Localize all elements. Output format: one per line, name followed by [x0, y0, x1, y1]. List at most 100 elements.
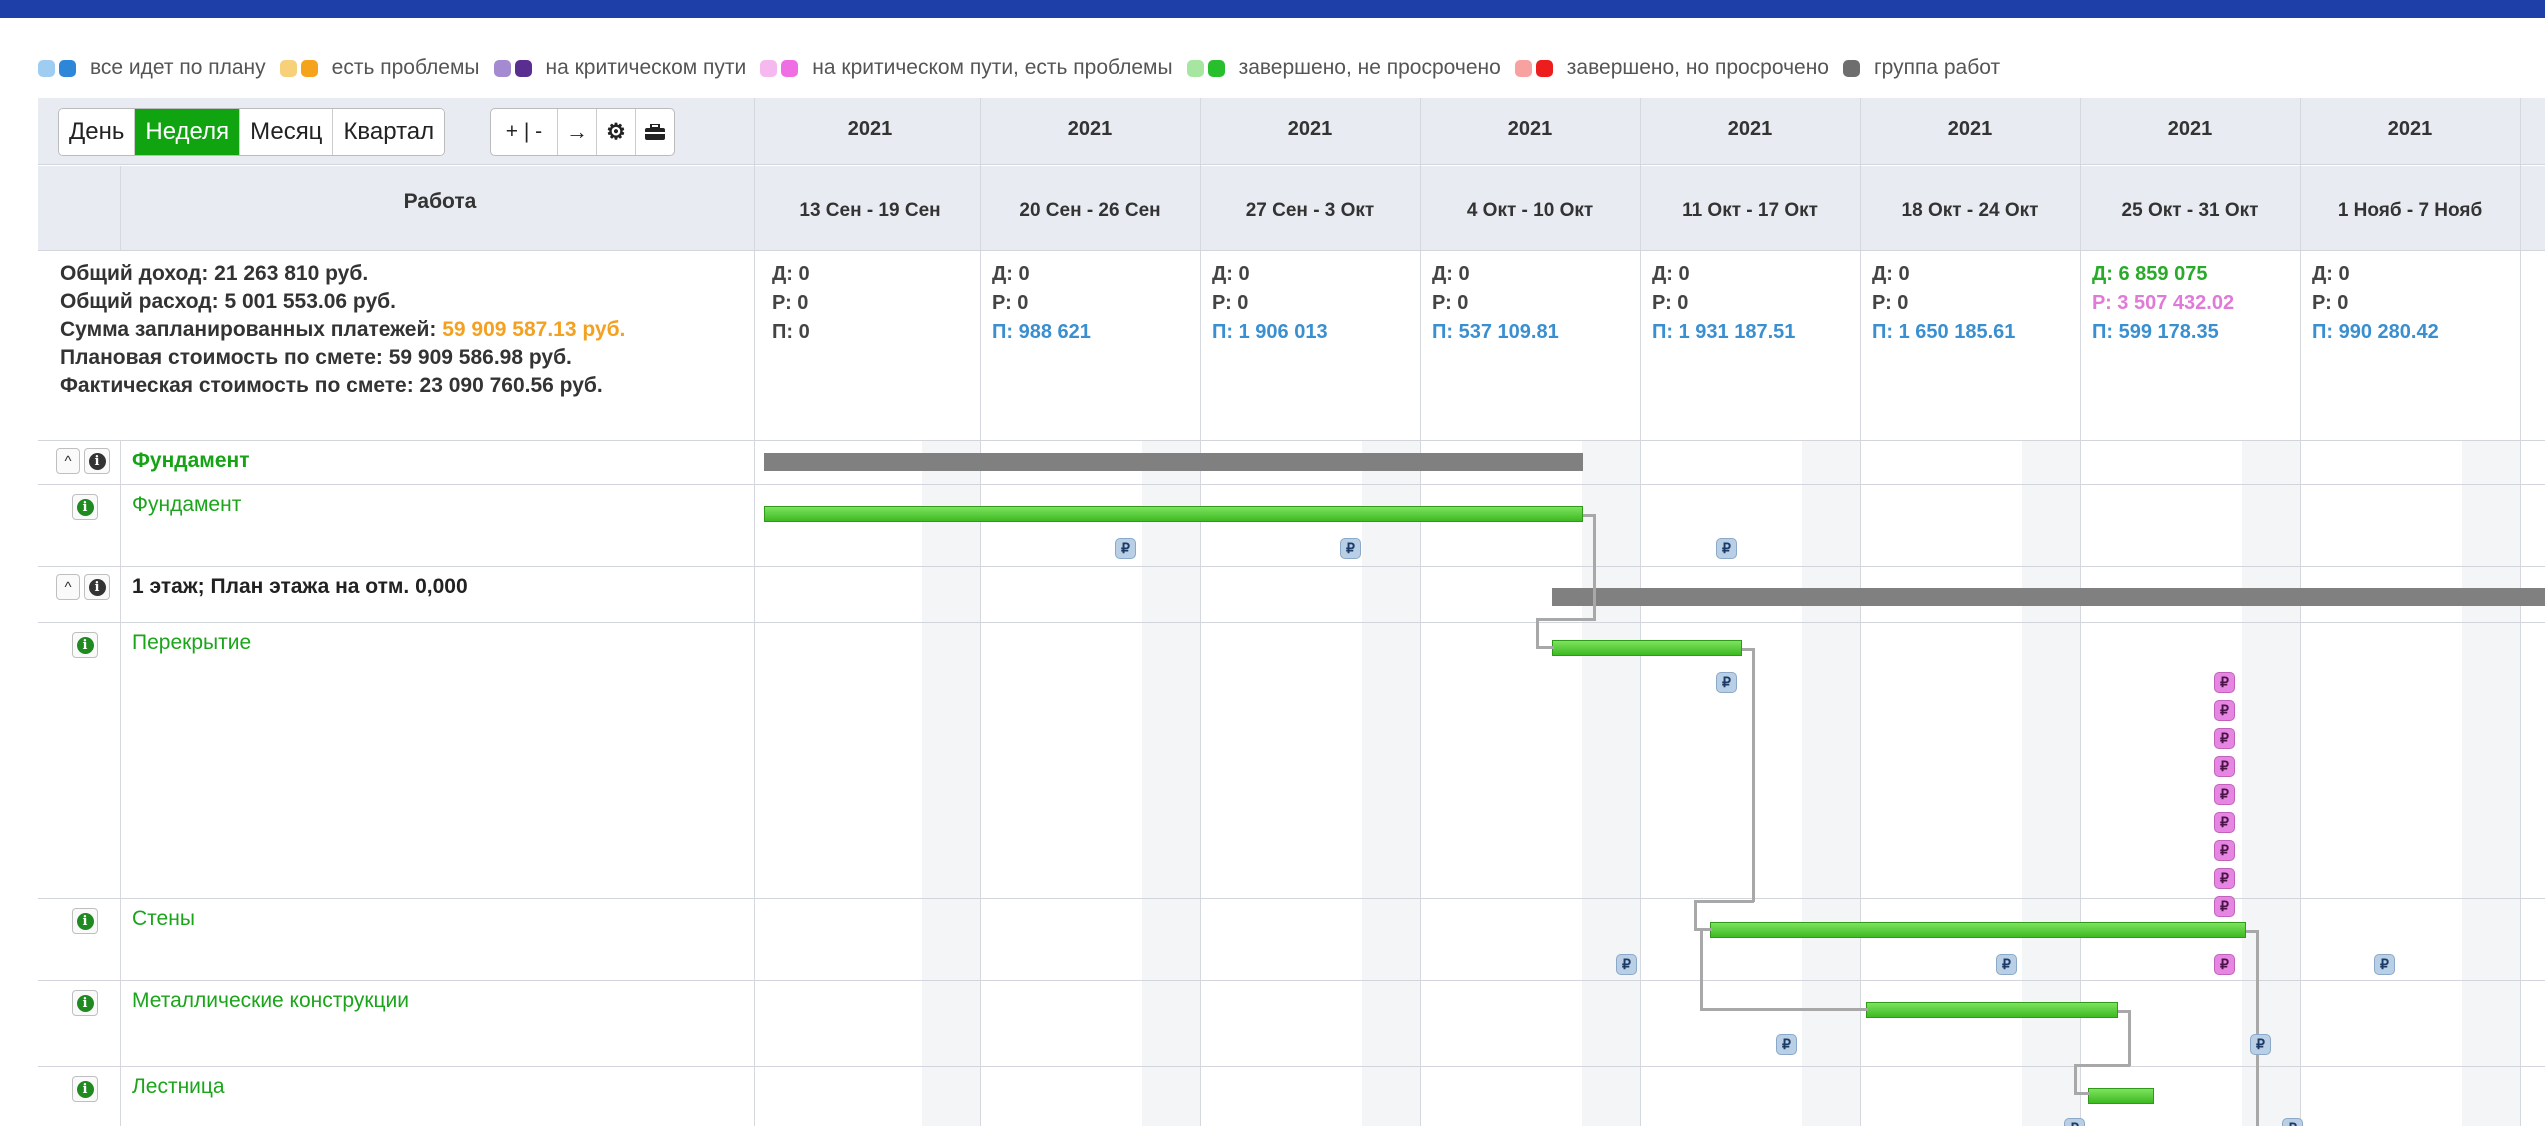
- info-button[interactable]: i: [84, 574, 110, 600]
- task-bar[interactable]: [1552, 640, 1742, 656]
- week-summary: Д: 0 Р: 0 П: 537 109.81: [1432, 260, 1559, 347]
- grid-vline: [2080, 98, 2081, 1126]
- view-switcher: День Неделя Месяц Квартал: [58, 108, 446, 156]
- payment-marker[interactable]: ₽: [1716, 538, 1737, 559]
- gear-icon[interactable]: ⚙: [597, 109, 636, 155]
- week-expense: Р: 0: [992, 292, 1029, 314]
- legend-item: завершено, не просрочено: [1186, 56, 1501, 80]
- task-bar[interactable]: [2088, 1088, 2154, 1104]
- legend-label: группа работ: [1873, 56, 2001, 79]
- payment-marker[interactable]: ₽: [2214, 896, 2235, 917]
- grid-vline: [1860, 98, 1861, 1126]
- payment-marker[interactable]: ₽: [2374, 954, 2395, 975]
- legend-swatch-dark: [300, 59, 318, 77]
- legend-swatch-dark: [514, 59, 532, 77]
- payment-marker[interactable]: ₽: [2214, 672, 2235, 693]
- info-icon: i: [76, 636, 94, 654]
- year-label: 2021: [1507, 118, 1553, 140]
- zoom-toggle-button[interactable]: + | -: [491, 109, 558, 155]
- total-expense: Общий расход: 5 001 553.06 руб.: [60, 290, 396, 313]
- view-button[interactable]: Месяц: [240, 109, 334, 155]
- info-button[interactable]: i: [72, 990, 98, 1016]
- payment-marker[interactable]: ₽: [2214, 728, 2235, 749]
- briefcase-icon[interactable]: [636, 109, 674, 155]
- legend-item: все идет по плану: [38, 56, 266, 80]
- payment-marker[interactable]: ₽: [1115, 538, 1136, 559]
- gantt-tools: + | - → ⚙: [490, 108, 675, 156]
- task-bar[interactable]: [1710, 922, 2246, 938]
- grid-hline: [38, 898, 2545, 899]
- info-button[interactable]: i: [72, 908, 98, 934]
- year-label: 2021: [1947, 118, 1993, 140]
- payment-marker[interactable]: ₽: [1716, 672, 1737, 693]
- group-bar[interactable]: [1552, 588, 2545, 606]
- payment-marker[interactable]: ₽: [2214, 868, 2235, 889]
- dependency-connector: [2074, 1064, 2077, 1094]
- grid-vline: [1420, 98, 1421, 1126]
- collapse-button[interactable]: ^: [56, 574, 80, 600]
- payment-marker[interactable]: ₽: [2214, 840, 2235, 861]
- grid-vline: [1200, 98, 1201, 1126]
- group-bar[interactable]: [764, 453, 1583, 471]
- week-income: Д: 0: [1872, 263, 1910, 285]
- info-button[interactable]: i: [72, 1076, 98, 1102]
- legend-swatch-dark: [1207, 59, 1225, 77]
- dependency-connector: [1694, 928, 1712, 931]
- view-button[interactable]: Квартал: [333, 109, 445, 155]
- payment-marker[interactable]: ₽: [2282, 1118, 2303, 1126]
- view-button[interactable]: День: [59, 109, 136, 155]
- dependency-connector: [2128, 1010, 2131, 1066]
- legend-swatch-dark: [781, 59, 799, 77]
- task-bar[interactable]: [1866, 1002, 2118, 1018]
- week-expense: Р: 0: [1212, 292, 1249, 314]
- info-button[interactable]: i: [72, 632, 98, 658]
- week-range-label: 25 Окт - 31 Окт: [2121, 200, 2259, 221]
- grid-vline: [2300, 98, 2301, 1126]
- legend-item: на критическом пути, есть проблемы: [760, 56, 1173, 80]
- legend-swatch-light: [760, 59, 778, 77]
- arrow-right-icon[interactable]: →: [558, 109, 597, 155]
- view-button[interactable]: Неделя: [135, 109, 241, 155]
- weekend-shade: [922, 440, 980, 1126]
- week-expense: Р: 0: [1432, 292, 1469, 314]
- task-bar[interactable]: [764, 506, 1583, 522]
- grid-hline: [38, 566, 2545, 567]
- week-range-label: 18 Окт - 24 Окт: [1901, 200, 2039, 221]
- week-expense: Р: 0: [1872, 292, 1909, 314]
- payment-marker[interactable]: ₽: [1996, 954, 2017, 975]
- week-income: Д: 0: [772, 263, 810, 285]
- gantt-frame: все идет по плану есть проблемы на критиче…: [0, 18, 2545, 1126]
- payment-marker[interactable]: ₽: [2214, 784, 2235, 805]
- planned-payments: Сумма запланированных платежей: 59 909 5…: [60, 318, 626, 341]
- year-label: 2021: [1067, 118, 1113, 140]
- week-summary: Д: 0 Р: 0 П: 0: [772, 260, 810, 347]
- week-income: Д: 0: [1432, 263, 1470, 285]
- payment-marker[interactable]: ₽: [1616, 954, 1637, 975]
- week-expense: Р: 3 507 432.02: [2092, 292, 2235, 314]
- week-planned: П: 988 621: [992, 321, 1091, 343]
- payment-marker[interactable]: ₽: [2064, 1118, 2085, 1126]
- actual-cost: Фактическая стоимость по смете: 23 090 7…: [60, 374, 603, 397]
- grid-vline: [2520, 98, 2521, 1126]
- info-button[interactable]: i: [84, 448, 110, 474]
- payment-marker[interactable]: ₽: [1776, 1034, 1797, 1055]
- grid-hline: [38, 1066, 2545, 1067]
- payment-marker[interactable]: ₽: [2214, 700, 2235, 721]
- payment-marker[interactable]: ₽: [2214, 756, 2235, 777]
- grid-vline: [120, 166, 121, 250]
- grid-hline: [38, 622, 2545, 623]
- payment-marker[interactable]: ₽: [2250, 1034, 2271, 1055]
- legend-item: на критическом пути: [493, 56, 746, 80]
- dependency-connector: [2074, 1064, 2130, 1067]
- week-range-label: 1 Нояб - 7 Нояб: [2337, 200, 2483, 221]
- payment-marker[interactable]: ₽: [2214, 954, 2235, 975]
- dependency-connector: [1694, 900, 1754, 903]
- week-expense: Р: 0: [772, 292, 809, 314]
- payment-marker[interactable]: ₽: [1340, 538, 1361, 559]
- info-button[interactable]: i: [72, 494, 98, 520]
- collapse-button[interactable]: ^: [56, 448, 80, 474]
- week-range-label: 11 Окт - 17 Окт: [1682, 200, 1818, 221]
- payment-marker[interactable]: ₽: [2214, 812, 2235, 833]
- legend-swatch-light: [279, 59, 297, 77]
- week-planned: П: 1 650 185.61: [1872, 321, 2016, 343]
